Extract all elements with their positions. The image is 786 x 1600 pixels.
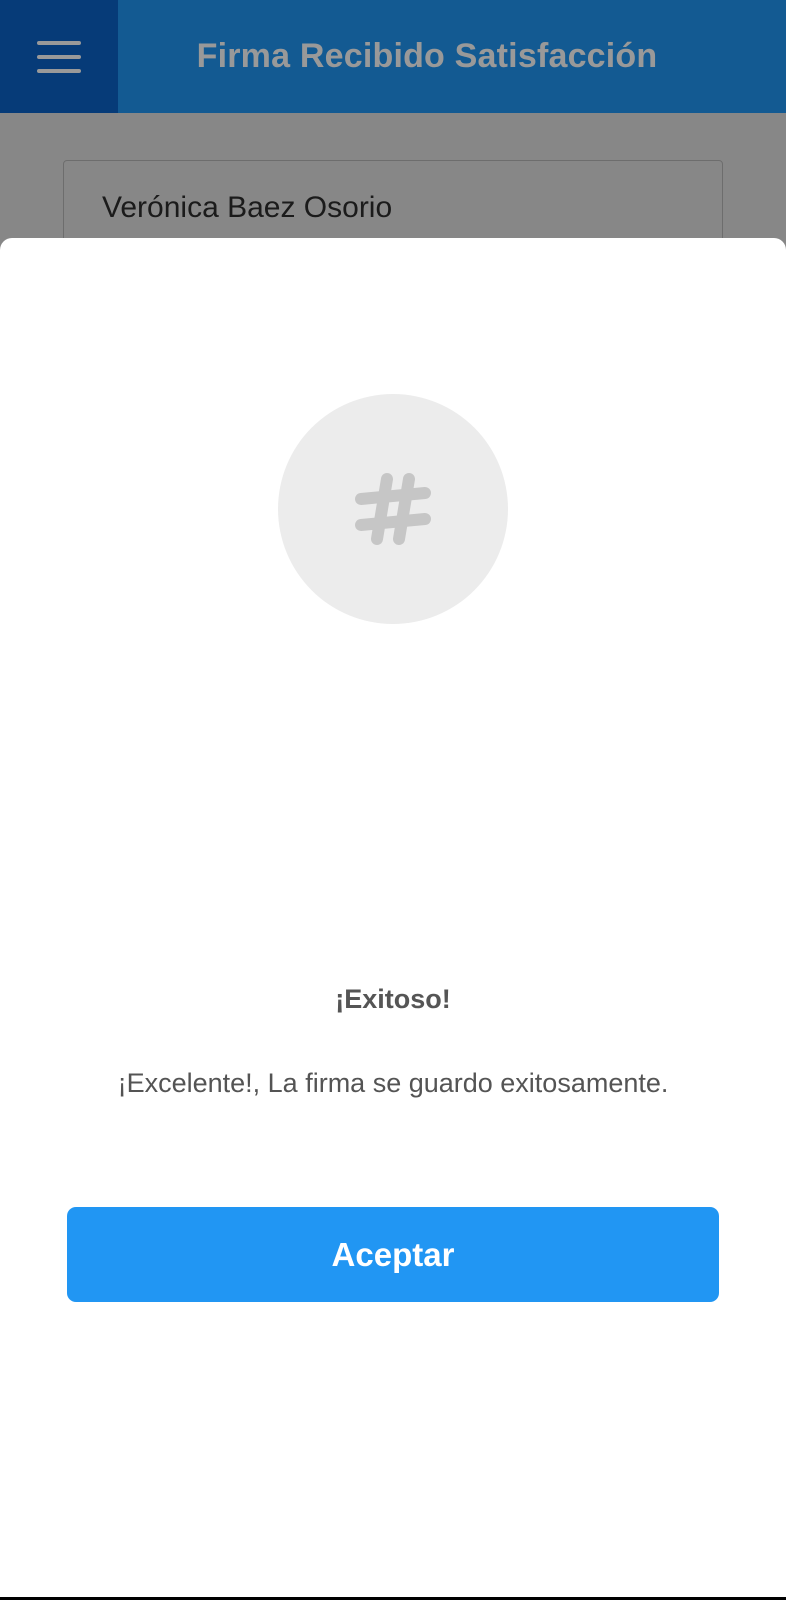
dialog-message: ¡Excelente!, La firma se guardo exitosam… [117,1068,669,1098]
modal-backdrop-top [0,0,786,113]
accept-button[interactable]: Aceptar [67,1207,719,1302]
dialog-title: ¡Exitoso! [335,984,451,1014]
hashtag-icon [355,473,431,545]
success-dialog: ¡Exitoso! ¡Excelente!, La firma se guard… [0,238,786,1598]
dialog-icon-circle [278,394,508,624]
